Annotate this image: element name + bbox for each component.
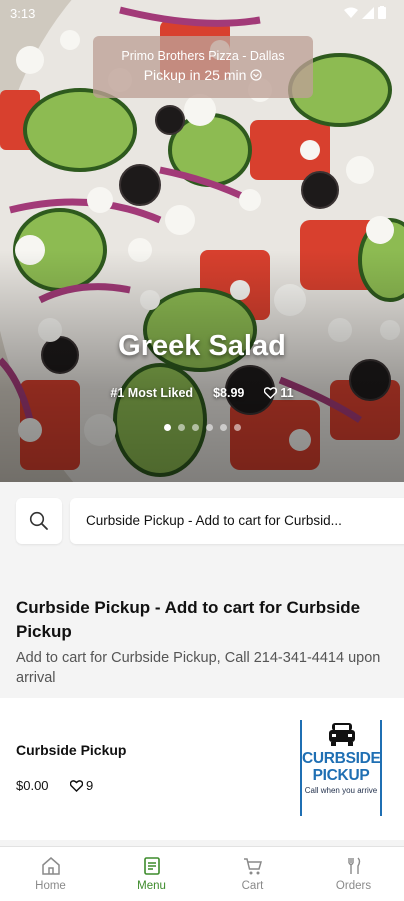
orders-icon — [347, 857, 360, 874]
carousel-dot[interactable] — [163, 424, 171, 431]
featured-likes-count: 11 — [280, 386, 294, 400]
image-text-line1: CURBSIDE — [302, 750, 381, 767]
nav-menu[interactable]: Menu — [101, 847, 202, 901]
section-title: Curbside Pickup - Add to cart for Curbsi… — [16, 598, 361, 641]
featured-price: $8.99 — [213, 386, 245, 400]
nav-orders[interactable]: Orders — [303, 847, 404, 901]
carousel-dot[interactable] — [177, 424, 185, 431]
category-tab-curbside[interactable]: Curbside Pickup - Add to cart for Curbsi… — [70, 498, 404, 544]
nav-label: Orders — [335, 880, 372, 892]
menu-item-likes-count: 9 — [86, 778, 94, 793]
nav-home[interactable]: Home — [0, 847, 101, 901]
search-button[interactable] — [16, 498, 62, 544]
carousel-dot[interactable] — [219, 424, 227, 431]
carousel-dot[interactable] — [191, 424, 199, 431]
carousel-dot[interactable] — [205, 424, 213, 431]
car-icon — [329, 723, 355, 746]
featured-rank: #1 Most Liked — [110, 386, 194, 400]
menu-icon — [143, 857, 160, 875]
pickup-info-banner[interactable]: Primo Brothers Pizza - Dallas Pickup in … — [93, 36, 313, 98]
home-icon — [41, 857, 60, 875]
status-bar: 3:13 — [0, 0, 404, 26]
nav-cart[interactable]: Cart — [202, 847, 303, 901]
menu-item-likes[interactable]: 9 — [70, 778, 93, 793]
wifi-icon — [344, 7, 358, 18]
nav-label: Home — [35, 880, 66, 892]
pickup-time-label: Pickup in 25 min — [143, 67, 247, 83]
signal-icon — [362, 6, 374, 19]
carousel-dot[interactable] — [233, 424, 241, 431]
hero-shade — [0, 250, 404, 482]
bottom-navigation: Home Menu Cart Orders — [0, 846, 404, 901]
heart-icon — [264, 387, 278, 399]
nav-label: Cart — [241, 880, 264, 892]
category-bar: Curbside Pickup - Add to cart for Curbsi… — [0, 482, 404, 562]
pickup-time: Pickup in 25 min — [93, 67, 313, 83]
status-time: 3:13 — [10, 6, 36, 21]
search-icon — [29, 511, 48, 530]
heart-icon — [70, 779, 83, 792]
nav-label: Menu — [137, 880, 166, 892]
status-icons — [344, 6, 386, 19]
cart-icon — [243, 858, 262, 875]
menu-item-image: CURBSIDE PICKUP Call when you arrive — [300, 720, 382, 816]
chevron-down-icon — [250, 69, 262, 81]
hero-banner[interactable]: 3:13 Primo Brothers Pizza - Dallas Picku… — [0, 0, 404, 482]
carousel-indicator[interactable] — [0, 424, 404, 431]
battery-icon — [378, 6, 386, 19]
category-tab-label: Curbside Pickup - Add to cart for Curbsi… — [86, 513, 342, 528]
section-description: Add to cart for Curbside Pickup, Call 21… — [16, 650, 381, 686]
restaurant-name: Primo Brothers Pizza - Dallas — [121, 49, 285, 63]
image-text-line3: Call when you arrive — [304, 786, 378, 795]
image-text-line2: PICKUP — [312, 767, 370, 784]
menu-item-price: $0.00 — [16, 778, 49, 793]
featured-dish-meta: #1 Most Liked $8.99 11 — [0, 386, 404, 400]
menu-item-name: Curbside Pickup — [16, 742, 127, 758]
featured-likes[interactable]: 11 — [264, 386, 294, 400]
menu-item-card[interactable]: Curbside Pickup $0.00 9 CURBSIDE PICKUP … — [0, 698, 404, 840]
featured-dish-name: Greek Salad — [118, 330, 286, 362]
